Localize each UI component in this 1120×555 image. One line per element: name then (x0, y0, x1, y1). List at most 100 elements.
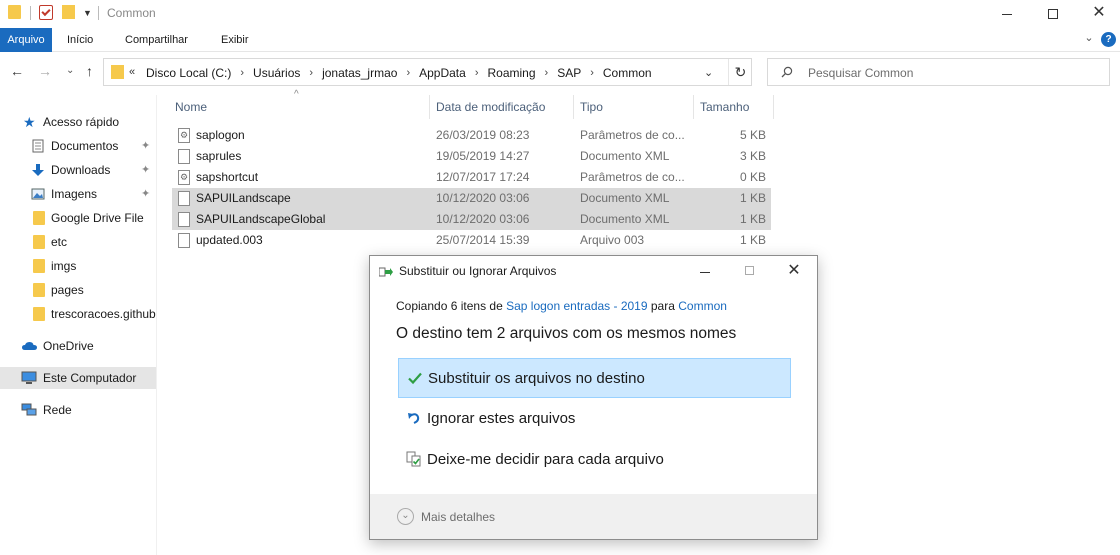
sidebar-item-onedrive[interactable]: OneDrive (0, 335, 156, 357)
file-size: 1 KB (739, 191, 766, 205)
sidebar-item-label: OneDrive (43, 339, 94, 353)
search-input[interactable] (808, 64, 1088, 82)
file-icon (178, 191, 190, 206)
breadcrumb-item[interactable]: Disco Local (C:) (146, 66, 231, 80)
folder-icon (8, 5, 21, 19)
sidebar-item-este-computador[interactable]: Este Computador (0, 367, 156, 389)
maximize-button[interactable] (1030, 0, 1076, 26)
more-details-button[interactable]: Mais detalhes (421, 510, 495, 524)
tab-inicio[interactable]: Início (67, 28, 93, 52)
search-icon (781, 66, 793, 78)
chevron-down-icon[interactable]: ⌄ (397, 508, 414, 525)
sidebar-item-label: Este Computador (43, 371, 137, 385)
file-name: updated.003 (196, 233, 263, 247)
file-icon (178, 212, 190, 227)
destination-folder-link[interactable]: Common (678, 299, 727, 313)
sidebar-item-trescoracoes[interactable]: trescoracoes.github (0, 303, 156, 325)
file-type: Parâmetros de co... (580, 128, 685, 142)
column-header-data[interactable]: Data de modificação (436, 95, 545, 119)
tab-compartilhar[interactable]: Compartilhar (125, 28, 188, 52)
dialog-heading: O destino tem 2 arquivos com os mesmos n… (396, 325, 737, 342)
dialog-close-button[interactable]: ✕ (779, 259, 809, 283)
breadcrumb-item[interactable]: Usuários (253, 66, 300, 80)
chevron-right-icon[interactable]: › (475, 67, 479, 79)
network-icon (21, 403, 37, 416)
sidebar-item-label: Acesso rápido (43, 115, 120, 129)
quick-access-dropdown-icon[interactable]: ▼ (83, 8, 92, 18)
minimize-button[interactable] (984, 0, 1030, 26)
column-divider[interactable] (573, 95, 574, 119)
chevron-right-icon[interactable]: › (590, 67, 594, 79)
skip-arrow-icon (408, 413, 420, 424)
address-dropdown-icon[interactable]: ⌄ (704, 66, 713, 79)
sidebar-item-acesso-rapido[interactable]: ★ Acesso rápido (0, 111, 156, 133)
breadcrumb-item[interactable]: AppData (419, 66, 466, 80)
column-header-nome[interactable]: Nome (175, 95, 207, 119)
file-row[interactable]: saprules 19/05/2019 14:27 Documento XML … (172, 146, 771, 167)
forward-arrow-icon[interactable]: → (38, 63, 52, 79)
file-row[interactable]: updated.003 25/07/2014 15:39 Arquivo 003… (172, 230, 771, 251)
help-icon[interactable]: ? (1101, 32, 1116, 47)
file-type: Documento XML (580, 149, 670, 163)
breadcrumb-item[interactable]: Roaming (487, 66, 535, 80)
ribbon-expand-icon[interactable]: ⌄ (1081, 31, 1097, 47)
download-icon (32, 164, 44, 176)
recent-locations-icon[interactable]: ⌄ (66, 65, 74, 76)
sidebar-item-label: Rede (43, 403, 72, 417)
sidebar-item-label: trescoracoes.github (51, 307, 156, 321)
column-header-tipo[interactable]: Tipo (580, 95, 603, 119)
chevron-right-icon[interactable]: › (406, 67, 410, 79)
dialog-title: Substituir ou Ignorar Arquivos (399, 264, 557, 278)
file-type: Documento XML (580, 212, 670, 226)
file-row[interactable]: SAPUILandscapeGlobal 10/12/2020 03:06 Do… (172, 209, 771, 230)
new-folder-icon[interactable] (62, 5, 75, 19)
sidebar-item-rede[interactable]: Rede (0, 399, 156, 421)
back-arrow-icon[interactable]: ← (10, 63, 24, 79)
pictures-icon (31, 188, 45, 200)
tab-arquivo[interactable]: Arquivo (0, 28, 52, 52)
file-row[interactable]: sapshortcut 12/07/2017 17:24 Parâmetros … (172, 167, 771, 188)
file-icon (178, 233, 190, 248)
column-header-tamanho[interactable]: Tamanho (700, 95, 749, 119)
sidebar-item-imgs[interactable]: imgs (0, 255, 156, 277)
file-row[interactable]: SAPUILandscape 10/12/2020 03:06 Document… (172, 188, 771, 209)
pin-icon[interactable]: ✦ (141, 159, 150, 181)
sidebar-item-pages[interactable]: pages (0, 279, 156, 301)
sidebar-item-etc[interactable]: etc (0, 231, 156, 253)
config-file-icon (178, 128, 190, 143)
address-bar[interactable]: « Disco Local (C:) › Usuários › jonatas_… (103, 58, 752, 86)
sidebar-item-documentos[interactable]: Documentos ✦ (0, 135, 156, 157)
source-folder-link[interactable]: Sap logon entradas - 2019 (506, 299, 647, 313)
pin-icon[interactable]: ✦ (141, 183, 150, 205)
breadcrumb-overflow-icon[interactable]: « (129, 66, 135, 78)
properties-icon[interactable] (39, 5, 53, 20)
refresh-icon[interactable]: ↻ (728, 59, 752, 85)
replace-files-option[interactable]: Substituir os arquivos no destino (398, 358, 791, 398)
sidebar-item-imagens[interactable]: Imagens ✦ (0, 183, 156, 205)
dialog-minimize-button[interactable] (690, 262, 720, 282)
up-arrow-icon[interactable]: ↑ (86, 63, 93, 79)
folder-icon (33, 235, 45, 249)
column-divider[interactable] (429, 95, 430, 119)
skip-files-option[interactable]: Ignorar estes arquivos (398, 399, 791, 439)
sidebar-item-downloads[interactable]: Downloads ✦ (0, 159, 156, 181)
chevron-right-icon[interactable]: › (545, 67, 549, 79)
column-divider[interactable] (773, 95, 774, 119)
decide-each-file-option[interactable]: Deixe-me decidir para cada arquivo (398, 440, 791, 480)
pin-icon[interactable]: ✦ (141, 135, 150, 157)
chevron-right-icon[interactable]: › (309, 67, 313, 79)
file-size: 1 KB (739, 212, 766, 226)
sidebar-item-google-drive[interactable]: Google Drive File (0, 207, 156, 229)
breadcrumb-item[interactable]: SAP (557, 66, 581, 80)
sidebar-item-label: Downloads (51, 163, 111, 177)
chevron-right-icon[interactable]: › (240, 67, 244, 79)
file-row[interactable]: saplogon 26/03/2019 08:23 Parâmetros de … (172, 125, 771, 146)
column-divider[interactable] (693, 95, 694, 119)
breadcrumb-item[interactable]: Common (603, 66, 652, 80)
breadcrumb-item[interactable]: jonatas_jrmao (322, 66, 397, 80)
toolbar-separator (98, 6, 99, 20)
copy-middle: para (647, 299, 679, 313)
tab-exibir[interactable]: Exibir (221, 28, 249, 52)
close-button[interactable]: ✕ (1076, 0, 1120, 26)
search-box[interactable] (767, 58, 1110, 86)
